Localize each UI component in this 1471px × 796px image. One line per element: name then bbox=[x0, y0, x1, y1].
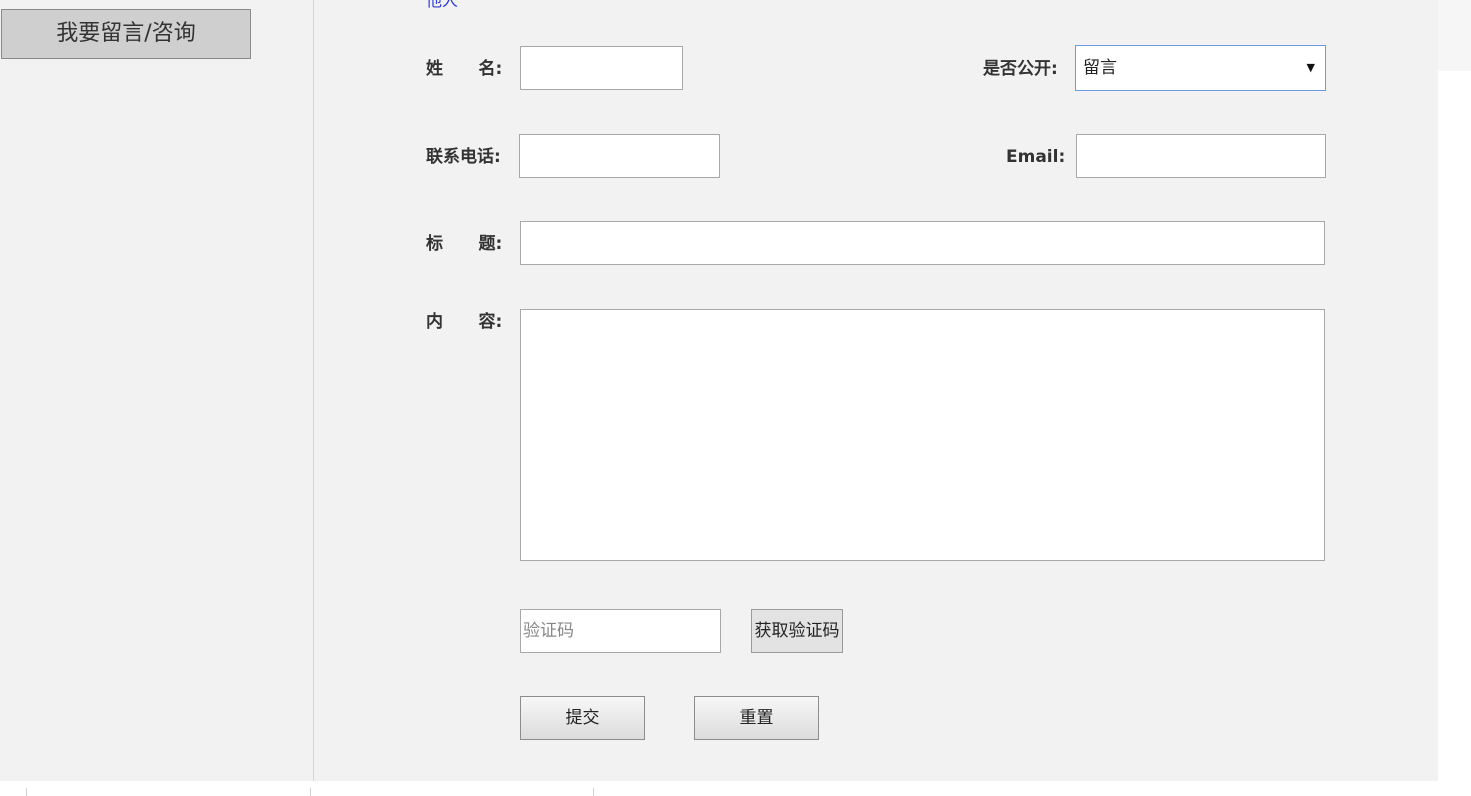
phone-label: 联系电话: bbox=[426, 147, 501, 167]
content-label: 内 容: bbox=[426, 312, 503, 332]
divider-tick bbox=[310, 788, 311, 796]
email-field[interactable] bbox=[1076, 134, 1326, 178]
content-textarea[interactable] bbox=[520, 309, 1325, 561]
name-label: 姓 名: bbox=[426, 59, 503, 79]
consult-button[interactable]: 我要留言/咨询 bbox=[1, 9, 251, 59]
public-select[interactable]: 留言 ▼ bbox=[1075, 45, 1326, 91]
sidebar-divider bbox=[313, 0, 314, 781]
title-label: 标 题: bbox=[426, 234, 503, 254]
get-captcha-button[interactable]: 获取验证码 bbox=[751, 609, 843, 653]
partial-link-text[interactable]: 他人 bbox=[426, 0, 458, 11]
public-select-value: 留言 bbox=[1083, 58, 1117, 78]
caret-down-icon: ▼ bbox=[1306, 61, 1315, 74]
submit-button[interactable]: 提交 bbox=[520, 696, 645, 740]
reset-button[interactable]: 重置 bbox=[694, 696, 819, 740]
panel-top-right-strip bbox=[1438, 0, 1471, 71]
captcha-input[interactable]: 验证码 bbox=[520, 609, 721, 653]
name-field[interactable] bbox=[520, 46, 683, 90]
divider-tick bbox=[593, 788, 594, 796]
page: 我要留言/咨询 他人 姓 名: 是否公开: 留言 ▼ 联系电话: Email: … bbox=[0, 0, 1471, 796]
public-label: 是否公开: bbox=[983, 59, 1058, 79]
phone-field[interactable] bbox=[519, 134, 720, 178]
title-field[interactable] bbox=[520, 221, 1325, 265]
email-label: Email: bbox=[1006, 147, 1066, 167]
divider-tick bbox=[26, 788, 27, 796]
